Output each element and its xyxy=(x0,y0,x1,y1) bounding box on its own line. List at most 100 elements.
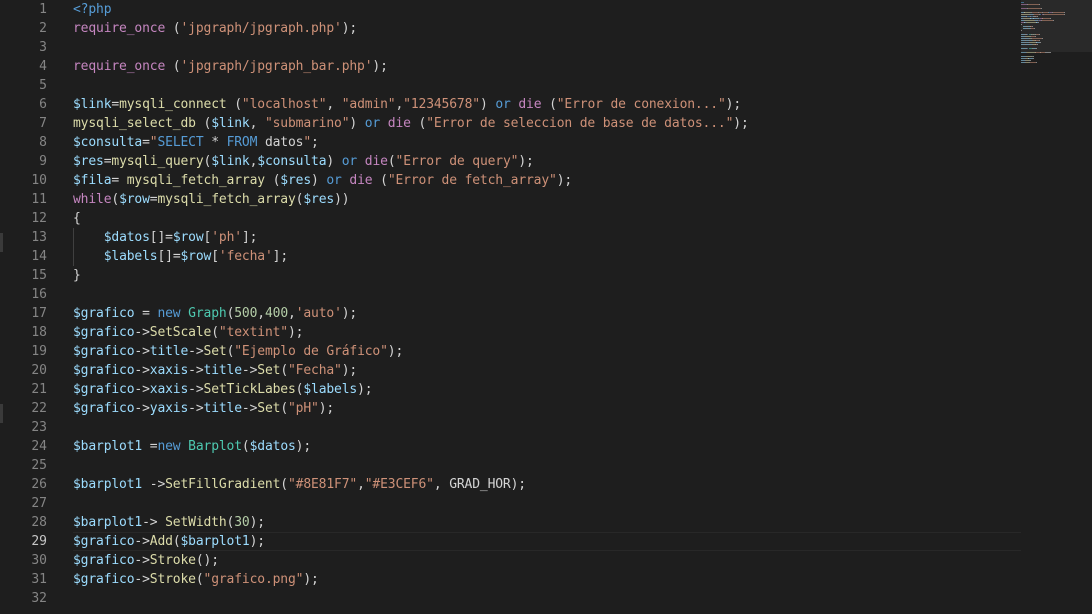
code-line[interactable]: $grafico->Add($barplot1); xyxy=(73,532,1021,551)
code-token: ); xyxy=(725,97,742,112)
line-number: 32 xyxy=(31,591,47,606)
code-token: ; xyxy=(311,135,319,150)
code-token: die xyxy=(349,173,373,188)
code-token: -> xyxy=(134,344,150,359)
code-token: ); xyxy=(295,439,312,454)
code-token: 400 xyxy=(264,306,288,321)
code-token: $barplot1 xyxy=(73,477,143,492)
code-line[interactable]: $grafico->yaxis->title->Set("pH"); xyxy=(73,399,1021,418)
code-token: $grafico xyxy=(73,401,135,416)
code-line[interactable]: $fila= mysqli_fetch_array ($res) or die … xyxy=(73,171,1021,190)
code-line[interactable] xyxy=(73,285,1021,304)
code-line[interactable]: $grafico = new Graph(500,400,'auto'); xyxy=(73,304,1021,323)
line-number: 10 xyxy=(31,173,47,188)
line-number: 31 xyxy=(31,572,47,587)
code-line[interactable]: $grafico->xaxis->SetTickLabes($labels); xyxy=(73,380,1021,399)
code-editor[interactable]: 1 2 3 4 5 6 7 8 9 10 11 12 13 14 15 16 17 18 19 20 21 22 23 24 2… xyxy=(0,0,1092,614)
code-token: xaxis xyxy=(149,382,189,397)
code-token: "localhost" xyxy=(241,97,327,112)
minimap-token xyxy=(1032,58,1034,59)
code-token: * xyxy=(203,135,227,150)
code-line[interactable]: $consulta="SELECT * FROM datos"; xyxy=(73,133,1021,152)
code-line[interactable] xyxy=(73,76,1021,95)
code-token: ( xyxy=(211,325,219,340)
code-line[interactable]: $grafico->Stroke(); xyxy=(73,551,1021,570)
code-line[interactable]: $barplot1 =new Barplot($datos); xyxy=(73,437,1021,456)
minimap-token xyxy=(1044,52,1051,53)
code-area[interactable]: <?php require_once ('jpgraph/jpgraph.php'… xyxy=(73,0,1021,614)
code-line[interactable]: $barplot1 ->SetFillGradient("#8E81F7","#… xyxy=(73,475,1021,494)
code-line[interactable]: { xyxy=(73,209,1021,228)
code-token: , xyxy=(249,116,265,131)
code-line[interactable]: $datos[]=$row['ph']; xyxy=(73,228,1021,247)
vertical-scrollbar[interactable] xyxy=(1086,0,1092,614)
code-token: ); xyxy=(341,21,358,36)
code-line[interactable]: while($row=mysqli_fetch_array($res)) xyxy=(73,190,1021,209)
code-line[interactable]: } xyxy=(73,266,1021,285)
code-token: $res xyxy=(73,154,104,169)
code-token: ( xyxy=(280,401,288,416)
minimap-token xyxy=(1032,56,1034,57)
code-token: Set xyxy=(257,363,281,378)
line-number: 9 xyxy=(39,154,47,169)
code-line[interactable]: $link=mysqli_connect ("localhost", "admi… xyxy=(73,95,1021,114)
code-token: $grafico xyxy=(73,344,135,359)
code-token: ( xyxy=(172,534,181,549)
code-line[interactable] xyxy=(73,589,1021,608)
code-token: $grafico xyxy=(73,306,135,321)
code-line[interactable]: <?php xyxy=(73,0,1021,19)
code-token: , GRAD_HOR); xyxy=(433,477,526,492)
code-token: -> xyxy=(142,477,166,492)
line-number: 20 xyxy=(31,363,47,378)
minimap-token xyxy=(1032,26,1033,27)
code-line[interactable]: $res=mysqli_query($link,$consulta) or di… xyxy=(73,152,1021,171)
minimap-token xyxy=(1052,12,1064,13)
code-token: ( xyxy=(264,173,281,188)
code-line[interactable]: $grafico->SetScale("textint"); xyxy=(73,323,1021,342)
code-token: ); xyxy=(287,325,304,340)
code-token: SetScale xyxy=(149,325,212,340)
code-token: ) xyxy=(311,173,327,188)
code-token: , xyxy=(326,97,342,112)
code-token: datos xyxy=(257,135,304,150)
code-token: ) xyxy=(479,97,496,112)
code-token: SetWidth xyxy=(165,515,227,530)
code-line[interactable]: $grafico->xaxis->title->Set("Fecha"); xyxy=(73,361,1021,380)
minimap-token xyxy=(1041,38,1043,39)
code-token: -> xyxy=(134,401,150,416)
code-token: = xyxy=(142,439,158,454)
minimap-token xyxy=(1021,14,1029,15)
code-line[interactable]: $labels[]=$row['fecha']; xyxy=(73,247,1021,266)
code-line[interactable]: require_once ('jpgraph/jpgraph.php'); xyxy=(73,19,1021,38)
code-token: $barplot1 xyxy=(73,439,143,454)
line-number: 25 xyxy=(31,458,47,473)
code-token: 500 xyxy=(234,306,258,321)
code-token: -> xyxy=(142,515,166,530)
code-line[interactable]: $grafico->Stroke("grafico.png"); xyxy=(73,570,1021,589)
code-line[interactable]: require_once ('jpgraph/jpgraph_bar.php')… xyxy=(73,57,1021,76)
code-token: $row xyxy=(119,192,150,207)
code-token: while xyxy=(73,192,112,207)
code-line[interactable]: $barplot1-> SetWidth(30); xyxy=(73,513,1021,532)
code-token: -> xyxy=(134,363,150,378)
minimap-token xyxy=(1037,44,1038,45)
code-token: 'jpgraph/jpgraph_bar.php' xyxy=(180,59,373,74)
line-number: 4 xyxy=(39,59,47,74)
code-token: mysqli_connect xyxy=(119,97,227,112)
code-line[interactable]: $grafico->title->Set("Ejemplo de Gráfico… xyxy=(73,342,1021,361)
code-line[interactable]: mysqli_select_db ($link, "submarino") or… xyxy=(73,114,1021,133)
code-line[interactable] xyxy=(73,456,1021,475)
code-line[interactable] xyxy=(73,494,1021,513)
code-token: -> xyxy=(134,534,150,549)
line-number: 26 xyxy=(31,477,47,492)
code-token: ); xyxy=(518,154,534,169)
code-line[interactable] xyxy=(73,38,1021,57)
code-token: -> xyxy=(241,401,258,416)
code-token: -> xyxy=(188,344,204,359)
code-token: or xyxy=(326,173,342,188)
code-line[interactable] xyxy=(73,418,1021,437)
line-number: 23 xyxy=(31,420,47,435)
minimap[interactable] xyxy=(1021,0,1092,614)
